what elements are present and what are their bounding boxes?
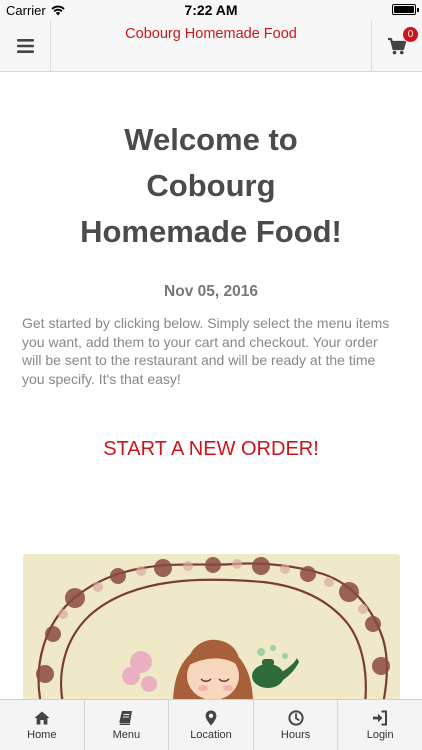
welcome-line-2: Cobourg: [146, 168, 276, 203]
cart-button[interactable]: 0: [371, 20, 422, 72]
tab-login[interactable]: Login: [338, 700, 422, 750]
battery-icon: [392, 4, 419, 15]
tab-home[interactable]: Home: [0, 700, 85, 750]
status-bar: Carrier 7:22 AM: [0, 0, 422, 20]
status-time: 7:22 AM: [184, 2, 238, 18]
tab-menu[interactable]: Menu: [85, 700, 170, 750]
book-icon: [119, 710, 133, 725]
cart-count-badge: 0: [403, 27, 418, 42]
tab-location-label: Location: [190, 728, 232, 741]
sign-in-icon: [373, 710, 388, 725]
tab-menu-label: Menu: [112, 728, 141, 741]
tab-location[interactable]: Location: [169, 700, 254, 750]
main-content: Welcome to Cobourg Homemade Food! Nov 05…: [0, 73, 422, 699]
clock-icon: [287, 709, 304, 726]
tab-login-label: Login: [366, 728, 394, 741]
post-date: Nov 05, 2016: [164, 283, 258, 300]
start-new-order-link[interactable]: START A NEW ORDER!: [0, 438, 422, 461]
welcome-line-3: Homemade Food!: [80, 214, 342, 249]
intro-text: Get started by clicking below. Simply se…: [22, 315, 390, 387]
restaurant-banner-image: [23, 554, 400, 699]
menu-button[interactable]: [0, 20, 51, 72]
hamburger-icon: [16, 39, 34, 53]
app-header: Cobourg Homemade Food 0: [0, 20, 422, 72]
tab-hours-label: Hours: [280, 728, 311, 741]
welcome-heading: Welcome to Cobourg Homemade Food!: [40, 117, 382, 255]
tab-hours[interactable]: Hours: [254, 700, 339, 750]
welcome-line-1: Welcome to: [124, 122, 298, 157]
map-marker-icon: [205, 710, 217, 725]
tab-home-label: Home: [27, 728, 57, 741]
restaurant-title: Cobourg Homemade Food: [125, 26, 297, 42]
bottom-tab-bar: Home Menu Location Hours Login: [0, 699, 422, 750]
home-icon: [34, 711, 50, 724]
